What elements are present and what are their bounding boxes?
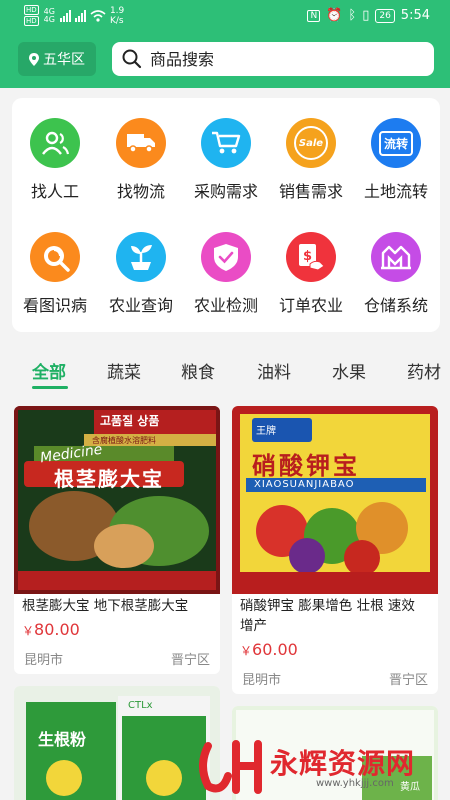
watermark-text: 永辉资源网 [270, 747, 416, 780]
network-label: 4G [43, 14, 55, 24]
category-tabs: 全部 蔬菜 粮食 油料 水果 药材 [0, 350, 450, 390]
search-icon [122, 49, 142, 69]
price-value: 80.00 [34, 620, 80, 639]
product-price: ￥60.00 [240, 640, 298, 659]
product-card[interactable]: 王牌 硝酸钾宝 XIAOSUANJIABAO 硝酸钾宝 膨果增色 壮根 速效 增… [232, 406, 438, 694]
network-type: 4G 4G [43, 7, 56, 24]
service-find-labor[interactable]: 找人工 [12, 118, 98, 218]
nfc-icon: N [307, 9, 321, 22]
service-sales-demand[interactable]: Sale 销售需求 [268, 118, 354, 218]
product-image: 고품질 상품 含腐植酸水溶肥料 Medicine 根茎膨大宝 [14, 406, 220, 594]
service-order-farming[interactable]: $ 订单农业 [268, 232, 354, 332]
signal-icon [59, 9, 71, 22]
seedling-icon [116, 232, 166, 282]
service-grid: 找人工 找物流 采购需求 Sale 销售需求 流转 土地流转 看图识病 农业查询… [12, 98, 440, 332]
price-value: 60.00 [252, 640, 298, 659]
product-image: 王牌 硝酸钾宝 XIAOSUANJIABAO [232, 406, 438, 594]
tab-all[interactable]: 全部 [32, 358, 66, 383]
product-price: ￥80.00 [22, 620, 80, 639]
service-label: 采购需求 [193, 182, 258, 201]
wifi-icon [90, 9, 106, 22]
location-selector[interactable]: 五华区 [18, 42, 96, 76]
product-image-title: 根茎膨大宝 [54, 467, 164, 491]
tab-vegetables[interactable]: 蔬菜 [107, 358, 141, 383]
service-label: 仓储系统 [363, 296, 428, 315]
product-city: 昆明市 [242, 673, 282, 688]
product-city: 昆明市 [24, 653, 64, 668]
alarm-icon: ⏰ [326, 8, 343, 23]
tab-herbs[interactable]: 药材 [407, 358, 450, 383]
search-input[interactable] [150, 49, 410, 69]
tab-grain[interactable]: 粮食 [181, 358, 215, 383]
vibrate-icon: ▯ [362, 8, 370, 23]
product-image-title: 生根粉 [38, 730, 87, 749]
service-agri-testing[interactable]: 农业检测 [183, 232, 269, 332]
land-transfer-text: 流转 [378, 130, 413, 156]
tab-active-indicator [32, 386, 68, 389]
battery-icon: 26 [375, 8, 395, 23]
money-order-icon: $ [286, 232, 336, 282]
product-image: 生根粉 CTLx [14, 686, 220, 800]
tab-oil-crops[interactable]: 油料 [257, 358, 291, 383]
hd-badge: HD [24, 5, 39, 15]
product-name: 硝酸钾宝 膨果增色 壮根 速效 增产 [240, 598, 415, 634]
status-bar: HD HD 4G 4G 1.9 K/s N ⏰ ᛒ ▯ 26 5:54 [0, 0, 450, 32]
hd-icons: HD HD [24, 5, 39, 26]
app-header: HD HD 4G 4G 1.9 K/s N ⏰ ᛒ ▯ 26 5:54 五华区 … [0, 0, 450, 88]
product-card[interactable]: 고품질 상품 含腐植酸水溶肥料 Medicine 根茎膨大宝 根茎膨大宝 地下根… [14, 406, 220, 674]
clock: 5:54 [400, 8, 430, 23]
service-label: 农业检测 [193, 296, 258, 315]
service-label: 订单农业 [278, 296, 343, 315]
tab-fruit[interactable]: 水果 [332, 358, 366, 383]
product-image-subtitle: XIAOSUANJIABAO [254, 479, 355, 490]
service-purchase-demand[interactable]: 采购需求 [183, 118, 269, 218]
service-label: 看图识病 [22, 296, 87, 315]
service-label: 销售需求 [278, 182, 343, 201]
location-label: 五华区 [43, 52, 85, 68]
product-district: 晋宁区 [388, 673, 428, 688]
service-land-transfer[interactable]: 流转 土地流转 [353, 118, 439, 218]
people-icon [30, 118, 80, 168]
svg-text:$: $ [303, 249, 312, 264]
currency-symbol: ￥ [22, 624, 35, 638]
land-transfer-icon: 流转 [371, 118, 421, 168]
hd-badge: HD [24, 16, 39, 26]
network-speed: 1.9 K/s [110, 6, 124, 26]
shield-check-icon [201, 232, 251, 282]
bluetooth-icon: ᛒ [348, 8, 357, 23]
service-label: 农业查询 [108, 296, 173, 315]
signal-icon [74, 9, 86, 22]
location-pin-icon [29, 52, 39, 66]
sale-text: Sale [294, 126, 328, 160]
watermark-logo-icon [199, 740, 262, 794]
sale-icon: Sale [286, 118, 336, 168]
search-bar[interactable] [112, 42, 434, 76]
product-image-brand: 王牌 [256, 426, 276, 437]
warehouse-icon [371, 232, 421, 282]
site-watermark: 永辉资源网 www.yhkjjj.com [198, 736, 438, 798]
product-image-top-text: 고품질 상품 [100, 414, 160, 428]
magnifier-icon [30, 232, 80, 282]
product-district: 晋宁区 [170, 653, 210, 668]
service-label: 土地流转 [363, 182, 428, 201]
service-agri-query[interactable]: 农业查询 [98, 232, 184, 332]
service-warehouse[interactable]: 仓储系统 [353, 232, 439, 332]
service-image-diagnosis[interactable]: 看图识病 [12, 232, 98, 332]
currency-symbol: ￥ [240, 644, 253, 658]
service-label: 找物流 [116, 182, 165, 201]
watermark-url: www.yhkjjj.com [316, 778, 394, 789]
speed-value: 1.9 [109, 5, 125, 16]
product-image-title: 硝酸钾宝 [252, 452, 360, 480]
product-image-top-text: CTLx [128, 700, 153, 711]
truck-icon [116, 118, 166, 168]
cart-icon [201, 118, 251, 168]
service-find-logistics[interactable]: 找物流 [98, 118, 184, 218]
service-label: 找人工 [30, 182, 79, 201]
product-card[interactable]: 生根粉 CTLx [14, 686, 220, 800]
speed-unit: K/s [109, 15, 124, 26]
product-name: 根茎膨大宝 地下根茎膨大宝 [22, 598, 189, 614]
